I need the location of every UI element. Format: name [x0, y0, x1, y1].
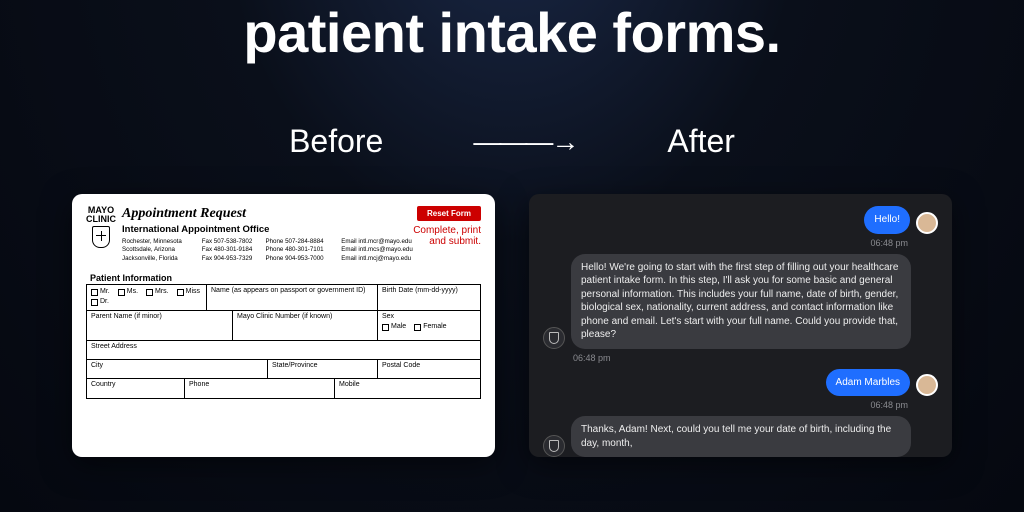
phone-field[interactable]: Phone [185, 379, 335, 397]
sex-field[interactable]: Sex Male Female [378, 311, 480, 340]
street-field[interactable]: Street Address [87, 341, 480, 359]
user-avatar [916, 374, 938, 396]
postal-field[interactable]: Postal Code [378, 360, 480, 378]
before-label: Before [289, 123, 383, 160]
name-field[interactable]: Name (as appears on passport or governme… [207, 285, 378, 310]
bot-avatar [543, 435, 565, 457]
shield-icon [92, 226, 110, 248]
birthdate-field[interactable]: Birth Date (mm-dd-yyyy) [378, 285, 480, 310]
form-grid: Mr. Ms. Mrs. Miss Dr. Name (as appears o… [86, 284, 481, 399]
chat-message-user: Adam Marbles [543, 369, 938, 397]
bot-bubble: Hello! We're going to start with the fir… [571, 254, 911, 349]
mobile-field[interactable]: Mobile [335, 379, 480, 397]
mcn-field[interactable]: Mayo Clinic Number (if known) [233, 311, 378, 340]
user-avatar [916, 212, 938, 234]
locations: Rochester, Minnesota Fax 507-538-7802 Ph… [122, 238, 413, 263]
user-bubble: Adam Marbles [826, 369, 910, 397]
mayo-logo: MAYO CLINIC [86, 206, 116, 248]
after-panel: Hello! 06:48 pm Hello! We're going to st… [529, 194, 952, 457]
timestamp: 06:48 pm [543, 353, 938, 363]
bot-shield-icon [549, 440, 559, 452]
reset-button[interactable]: Reset Form [417, 206, 481, 221]
section-title: Patient Information [86, 273, 481, 283]
headline: patient intake forms. [0, 0, 1024, 65]
parent-field[interactable]: Parent Name (if minor) [87, 311, 233, 340]
timestamp: 06:48 pm [543, 238, 938, 248]
city-field[interactable]: City [87, 360, 268, 378]
chat-message-bot: Thanks, Adam! Next, could you tell me yo… [543, 416, 938, 457]
state-field[interactable]: State/Province [268, 360, 378, 378]
user-bubble: Hello! [864, 206, 910, 234]
chat-message-user: Hello! [543, 206, 938, 234]
timestamp: 06:48 pm [543, 400, 938, 410]
title-checkboxes[interactable]: Mr. Ms. Mrs. Miss Dr. [87, 285, 207, 310]
before-panel: MAYO CLINIC Appointment Request Internat… [72, 194, 495, 457]
bot-avatar [543, 327, 565, 349]
chat-message-bot: Hello! We're going to start with the fir… [543, 254, 938, 349]
bot-shield-icon [549, 332, 559, 344]
compare-labels: Before ———→ After [0, 123, 1024, 160]
country-field[interactable]: Country [87, 379, 185, 397]
bot-bubble: Thanks, Adam! Next, could you tell me yo… [571, 416, 911, 457]
arrow-icon: ———→ [473, 126, 577, 158]
office-title: International Appointment Office [122, 224, 413, 235]
after-label: After [667, 123, 735, 160]
form-title: Appointment Request [122, 206, 413, 222]
form-note: Complete, print and submit. [413, 225, 481, 247]
